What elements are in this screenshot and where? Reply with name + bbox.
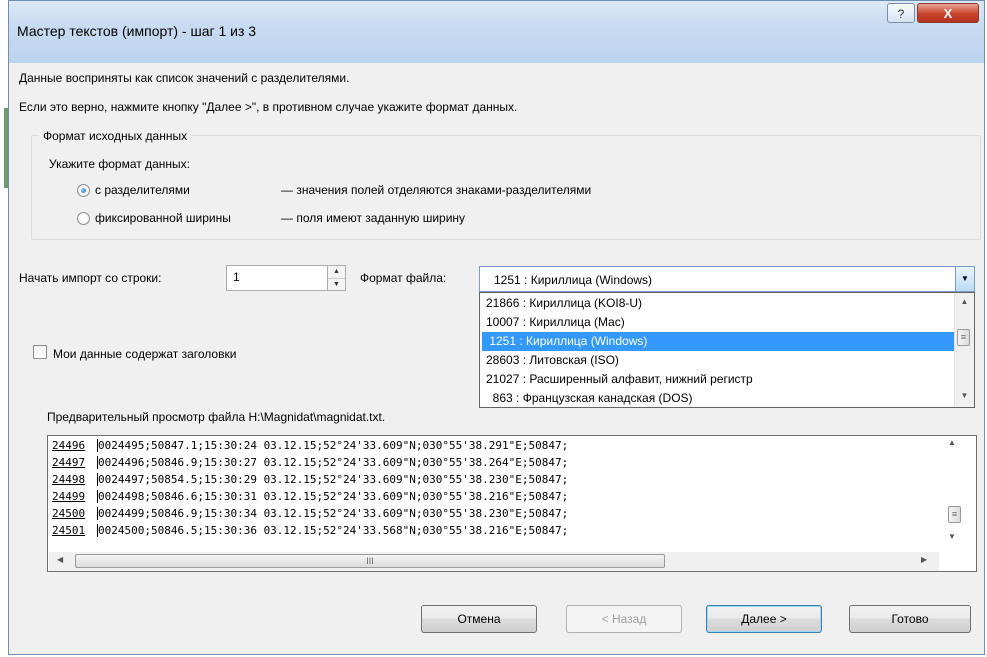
preview-row: 0024497;50854.5;15:30:29 03.12.15;52°24'… <box>98 473 569 486</box>
close-button[interactable]: X <box>917 3 979 23</box>
preview-row: 0024496;50846.9;15:30:27 03.12.15;52°24'… <box>98 456 569 469</box>
scroll-down-icon[interactable]: ▼ <box>948 532 956 541</box>
preview-row: 0024495;50847.1;15:30:24 03.12.15;52°24'… <box>98 439 569 452</box>
row-number: 24498 <box>52 473 98 486</box>
row-number: 24499 <box>52 490 98 503</box>
dropdown-option[interactable]: 21027 : Расширенный алфавит, нижний реги… <box>482 370 954 389</box>
close-icon: X <box>943 6 953 21</box>
file-format-selected: 1251 : Кириллица (Windows) <box>494 273 653 287</box>
row-number: 24497 <box>52 456 98 469</box>
scroll-thumb[interactable]: III <box>75 554 665 568</box>
preview-row: 0024499;50846.9;15:30:34 03.12.15;52°24'… <box>98 507 569 520</box>
cancel-button[interactable]: Отмена <box>421 605 537 633</box>
scroll-left-icon[interactable]: ◀ <box>57 555 63 564</box>
fixed-width-label[interactable]: фиксированной ширины <box>95 211 231 225</box>
file-preview[interactable]: 24496 0024495;50847.1;15:30:24 03.12.15;5… <box>47 435 977 572</box>
file-format-label: Формат файла: <box>360 271 447 285</box>
delimited-description: — значения полей отделяются знаками-разд… <box>281 183 592 197</box>
text-import-wizard-dialog: Мастер текстов (импорт) - шаг 1 из 3 ? X… <box>8 0 985 655</box>
scroll-up-icon[interactable]: ▲ <box>955 297 974 306</box>
intro-line-1: Данные восприняты как список значений с … <box>19 71 350 85</box>
back-button[interactable]: < Назад <box>566 605 682 633</box>
headers-checkbox[interactable] <box>33 345 47 359</box>
preview-horizontal-scrollbar[interactable]: ◀ III ▶ <box>49 552 939 571</box>
preview-label: Предварительный просмотр файла H:\Magnid… <box>47 410 386 424</box>
preview-vertical-scrollbar[interactable]: ▲ ≡ ▼ <box>938 436 976 552</box>
next-button[interactable]: Далее > <box>706 605 822 633</box>
delimited-label[interactable]: с разделителями <box>95 183 190 197</box>
background-strip <box>0 0 8 657</box>
dropdown-scrollbar[interactable]: ▲ ≡ ▼ <box>954 293 974 407</box>
dropdown-option-selected[interactable]: 1251 : Кириллица (Windows) <box>482 332 954 351</box>
chevron-down-icon[interactable]: ▼ <box>955 267 974 291</box>
finish-button[interactable]: Готово <box>849 605 971 633</box>
file-format-dropdown-list[interactable]: 21866 : Кириллица (KOI8-U) 10007 : Кирил… <box>479 292 975 408</box>
scroll-down-icon[interactable]: ▼ <box>955 391 974 400</box>
fixed-width-radio[interactable] <box>77 212 90 225</box>
source-format-group-title: Формат исходных данных <box>39 129 192 143</box>
headers-checkbox-label[interactable]: Мои данные содержат заголовки <box>53 347 236 361</box>
delimited-radio[interactable] <box>77 184 90 197</box>
start-row-label: Начать импорт со строки: <box>19 271 162 285</box>
preview-row: 0024498;50846.6;15:30:31 03.12.15;52°24'… <box>98 490 569 503</box>
row-number: 24496 <box>52 439 98 452</box>
scroll-thumb[interactable]: ≡ <box>948 506 961 523</box>
arrow-down-icon[interactable]: ▼ <box>328 279 345 291</box>
row-number: 24500 <box>52 507 98 520</box>
dropdown-option[interactable]: 863 : Французская канадская (DOS) <box>482 389 954 407</box>
scroll-thumb[interactable]: ≡ <box>957 329 970 346</box>
arrow-up-icon[interactable]: ▲ <box>328 266 345 279</box>
start-row-spinner[interactable]: ▲ ▼ <box>328 265 346 291</box>
format-prompt: Укажите формат данных: <box>49 157 190 171</box>
scroll-up-icon[interactable]: ▲ <box>948 438 956 447</box>
intro-line-2: Если это верно, нажмите кнопку "Далее >"… <box>19 100 518 114</box>
dropdown-option[interactable]: 10007 : Кириллица (Mac) <box>482 313 954 332</box>
dropdown-option[interactable]: 21866 : Кириллица (KOI8-U) <box>482 294 954 313</box>
scroll-right-icon[interactable]: ▶ <box>921 555 927 564</box>
help-icon: ? <box>897 7 905 21</box>
row-number: 24501 <box>52 524 98 537</box>
start-row-input[interactable]: 1 <box>226 265 328 291</box>
dropdown-option[interactable]: 28603 : Литовская (ISO) <box>482 351 954 370</box>
fixed-width-description: — поля имеют заданную ширину <box>281 211 466 225</box>
preview-row: 0024500;50846.5;15:30:36 03.12.15;52°24'… <box>98 524 569 537</box>
help-button[interactable]: ? <box>887 3 915 23</box>
dialog-body: Данные восприняты как список значений с … <box>9 63 984 654</box>
title-bar[interactable]: Мастер текстов (импорт) - шаг 1 из 3 ? X <box>9 1 984 63</box>
file-format-select[interactable]: 1251 : Кириллица (Windows) ▼ <box>479 266 975 292</box>
window-title: Мастер текстов (импорт) - шаг 1 из 3 <box>17 23 257 39</box>
